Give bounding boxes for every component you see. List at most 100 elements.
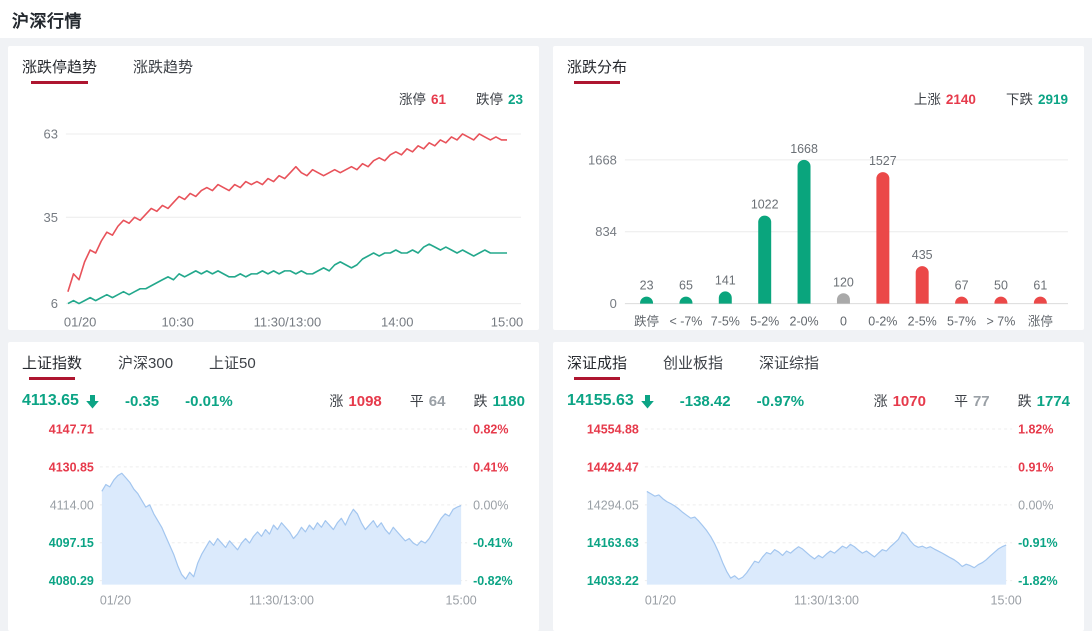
distribution-chart[interactable]: 1668 834 0 23 跌停 65 < -7% 141 7-5% 1022 5-2% 1668 2-… [567,108,1070,330]
count-value: 1180 [492,393,525,410]
svg-text:11:30/13:00: 11:30/13:00 [254,315,322,330]
svg-text:141: 141 [715,273,736,287]
svg-text:5-2%: 5-2% [750,315,779,329]
sh-index-chart[interactable]: 4147.71 0.82% 4130.85 0.41% 4114.00 0.00% 4097… [22,415,525,611]
svg-text:15:00: 15:00 [491,315,523,330]
svg-text:15:00: 15:00 [991,594,1022,608]
svg-text:-0.41%: -0.41% [473,536,513,550]
svg-text:7-5%: 7-5% [711,315,740,329]
tab-sse50[interactable]: 上证50 [209,350,256,382]
legend-label: 跌停 [475,92,503,107]
tab-distribution[interactable]: 涨跌分布 [567,54,627,86]
svg-text:14163.63: 14163.63 [587,536,639,550]
legend-item-limit-down: 跌停 23 [476,88,523,108]
svg-text:> 7%: > 7% [987,315,1016,329]
svg-text:14033.22: 14033.22 [587,574,639,588]
legend-item-limit-up: 涨停 61 [399,88,446,108]
count-label: 跌 [473,393,488,409]
svg-text:14554.88: 14554.88 [587,422,639,436]
count-label: 涨 [329,393,344,409]
svg-text:23: 23 [640,279,654,293]
svg-text:0: 0 [840,315,847,329]
svg-text:14294.05: 14294.05 [587,498,639,512]
svg-text:14424.47: 14424.47 [587,460,639,474]
tab-csi300[interactable]: 沪深300 [118,350,173,382]
svg-text:14:00: 14:00 [381,315,413,330]
sz-index-counts: 涨 1070 平 77 跌 1774 [874,391,1070,411]
sh-index-quote-row: 4113.65 -0.35 -0.01% 涨 1098 平 64 跌 1180 [22,389,525,413]
svg-text:1527: 1527 [869,154,897,168]
svg-text:10:30: 10:30 [161,315,193,330]
legend-item-decliners: 下跌 2919 [1006,88,1068,108]
tab-up-down-trend[interactable]: 涨跌趋势 [133,54,193,86]
index-change-pct: -0.97% [756,392,805,410]
index-change: -138.42 [679,392,731,410]
svg-text:-0.91%: -0.91% [1018,536,1058,550]
count-value: 1070 [892,393,926,410]
svg-text:涨停: 涨停 [1028,314,1053,329]
page-title: 沪深行情 [12,11,82,31]
svg-text:67: 67 [955,279,969,293]
svg-text:01/20: 01/20 [100,594,131,608]
count-unchanged: 平 64 [410,391,446,411]
svg-text:1.82%: 1.82% [1018,422,1053,436]
arrow-down-icon [640,395,654,409]
count-label: 平 [953,393,968,409]
svg-text:2-0%: 2-0% [790,315,819,329]
count-decliners: 跌 1774 [1018,391,1070,411]
sh-index-counts: 涨 1098 平 64 跌 1180 [329,391,525,411]
distribution-legend: 上涨 2140 下跌 2919 [567,88,1068,108]
count-advancers: 涨 1070 [874,391,926,411]
count-unchanged: 平 77 [954,391,990,411]
count-value: 77 [972,393,990,410]
svg-text:01/20: 01/20 [64,315,96,330]
count-value: 1774 [1036,393,1070,410]
count-value: 64 [428,393,446,410]
svg-text:0.00%: 0.00% [1018,498,1053,512]
svg-text:5-7%: 5-7% [947,315,976,329]
svg-text:跌停: 跌停 [634,314,659,329]
svg-text:4147.71: 4147.71 [49,422,94,436]
index-price: 4113.65 [22,392,79,409]
sz-index-quote-row: 14155.63 -138.42 -0.97% 涨 1070 平 77 跌 1774 [567,389,1070,413]
svg-text:65: 65 [679,279,693,293]
svg-text:0: 0 [610,296,617,311]
legend-value: 2140 [945,92,976,107]
index-price: 14155.63 [567,392,634,409]
sh-index-tabs: 上证指数 沪深300 上证50 [22,350,525,382]
svg-text:-1.82%: -1.82% [1018,574,1058,588]
svg-text:4130.85: 4130.85 [49,460,94,474]
tab-chinext[interactable]: 创业板指 [663,350,723,382]
svg-text:15:00: 15:00 [446,594,477,608]
tab-sse-composite[interactable]: 上证指数 [22,350,82,382]
svg-text:< -7%: < -7% [669,315,702,329]
svg-text:2-5%: 2-5% [908,315,937,329]
svg-text:4080.29: 4080.29 [49,574,94,588]
dashboard-grid: 涨跌停趋势 涨跌趋势 涨停 61 跌停 23 63 35 6 01/20 10:30 11:3… [0,38,1092,631]
svg-text:1668: 1668 [790,142,818,156]
panel-sz-index: 深证成指 创业板指 深证综指 14155.63 -138.42 -0.97% 涨… [553,342,1084,631]
limit-trend-tabs: 涨跌停趋势 涨跌趋势 [22,54,525,86]
tab-szse-component[interactable]: 深证成指 [567,350,627,382]
legend-item-advancers: 上涨 2140 [914,88,976,108]
svg-text:61: 61 [1033,279,1047,293]
svg-text:0.00%: 0.00% [473,498,508,512]
index-change-pct: -0.01% [185,392,233,410]
panel-distribution: 涨跌分布 上涨 2140 下跌 2919 1668 834 0 23 跌停 65 < -7% 14… [553,46,1084,330]
sz-index-chart[interactable]: 14554.88 1.82% 14424.47 0.91% 14294.05 0.00% 1… [567,415,1070,611]
page-header: 沪深行情 [0,0,1092,38]
tab-szse-composite[interactable]: 深证综指 [759,350,819,382]
svg-text:63: 63 [43,126,57,141]
svg-text:11:30/13:00: 11:30/13:00 [794,594,859,608]
panel-limit-trend: 涨跌停趋势 涨跌趋势 涨停 61 跌停 23 63 35 6 01/20 10:30 11:3… [8,46,539,330]
limit-trend-chart[interactable]: 63 35 6 01/20 10:30 11:30/13:00 14:00 15:00 [22,108,525,330]
svg-text:1022: 1022 [751,198,779,212]
svg-text:834: 834 [595,224,617,239]
tab-limit-up-down-trend[interactable]: 涨跌停趋势 [22,54,97,86]
legend-label: 下跌 [1005,92,1033,107]
count-value: 1098 [348,393,382,410]
svg-text:0.41%: 0.41% [473,460,508,474]
count-label: 涨 [873,393,888,409]
count-label: 跌 [1017,393,1032,409]
panel-sh-index: 上证指数 沪深300 上证50 4113.65 -0.35 -0.01% 涨 10… [8,342,539,631]
